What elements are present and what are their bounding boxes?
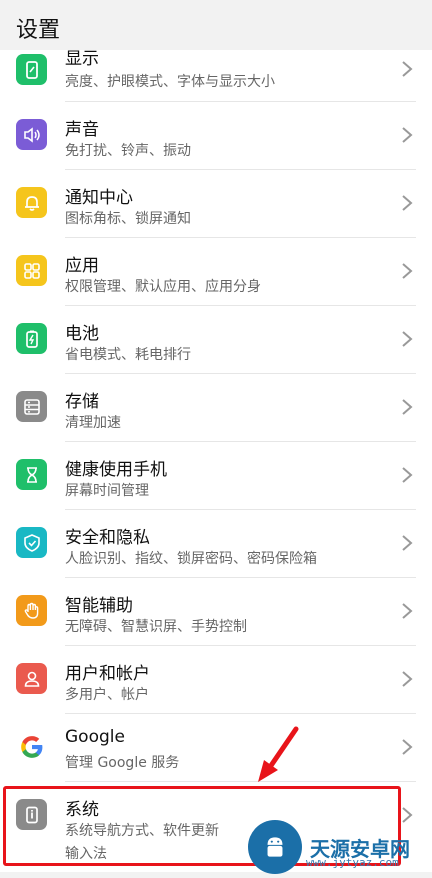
settings-item-battery[interactable]: 电池 省电模式、耗电排行 [0,306,432,374]
item-title: 应用 [65,256,99,276]
item-title: 健康使用手机 [65,460,167,480]
chevron-right-icon [402,399,413,415]
item-subtitle: 免打扰、铃声、振动 [65,143,191,159]
settings-item-google[interactable]: Google 管理 Google 服务 [0,714,432,782]
header-bar: 设置 [0,0,432,50]
item-subtitle: 权限管理、默认应用、应用分身 [65,279,261,295]
item-title: 声音 [65,120,99,140]
item-subtitle: 多用户、帐户 [65,687,149,703]
chevron-right-icon [402,535,413,551]
settings-item-smart-assist[interactable]: 智能辅助 无障碍、智慧识屏、手势控制 [0,578,432,646]
item-subtitle: 人脸识别、指纹、锁屏密码、密码保险箱 [65,551,317,567]
item-title: 安全和隐私 [65,528,150,548]
chevron-right-icon [402,331,413,347]
watermark-url: www.jytyaz.com [306,856,399,869]
shield-icon [16,527,47,558]
item-subtitle: 屏幕时间管理 [65,483,149,499]
hand-icon [16,595,47,626]
settings-item-users[interactable]: 用户和帐户 多用户、帐户 [0,646,432,714]
sound-icon [16,119,47,150]
chevron-right-icon [402,603,413,619]
item-subtitle: 图标角标、锁屏通知 [65,211,191,227]
hourglass-icon [16,459,47,490]
chevron-right-icon [402,263,413,279]
item-subtitle: 亮度、护眼模式、字体与显示大小 [65,74,275,90]
item-title: 通知中心 [65,188,133,208]
item-title: 存储 [65,392,99,412]
item-subtitle: 管理 Google 服务 [65,755,180,771]
android-logo-icon [248,820,302,874]
chevron-right-icon [402,739,413,755]
settings-item-sound[interactable]: 声音 免打扰、铃声、振动 [0,102,432,170]
annotation-arrow-icon [258,726,299,782]
settings-item-display[interactable]: 显示 亮度、护眼模式、字体与显示大小 [0,44,432,102]
settings-item-security[interactable]: 安全和隐私 人脸识别、指纹、锁屏密码、密码保险箱 [0,510,432,578]
chevron-right-icon [402,195,413,211]
item-title: 智能辅助 [65,596,133,616]
settings-item-digital-balance[interactable]: 健康使用手机 屏幕时间管理 [0,442,432,510]
item-title: 用户和帐户 [65,664,150,684]
google-icon [16,731,47,762]
item-title: Google [65,727,125,747]
item-subtitle: 省电模式、耗电排行 [65,347,191,363]
watermark: 天源安卓网 www.jytyaz.com [242,816,432,878]
bell-icon [16,187,47,218]
item-subtitle: 无障碍、智慧识屏、手势控制 [65,619,247,635]
settings-item-apps[interactable]: 应用 权限管理、默认应用、应用分身 [0,238,432,306]
chevron-right-icon [402,671,413,687]
user-icon [16,663,47,694]
item-title: 电池 [65,324,99,344]
battery-icon [16,323,47,354]
apps-grid-icon [16,255,47,286]
chevron-right-icon [402,467,413,483]
storage-icon [16,391,47,422]
item-subtitle: 清理加速 [65,415,121,431]
display-icon [16,54,47,85]
chevron-right-icon [402,61,413,77]
chevron-right-icon [402,127,413,143]
settings-item-storage[interactable]: 存储 清理加速 [0,374,432,442]
settings-list: 显示 亮度、护眼模式、字体与显示大小 声音 免打扰、铃声、振动 通知中心 图标角… [0,44,432,872]
settings-item-notifications[interactable]: 通知中心 图标角标、锁屏通知 [0,170,432,238]
page-title: 设置 [16,18,61,43]
